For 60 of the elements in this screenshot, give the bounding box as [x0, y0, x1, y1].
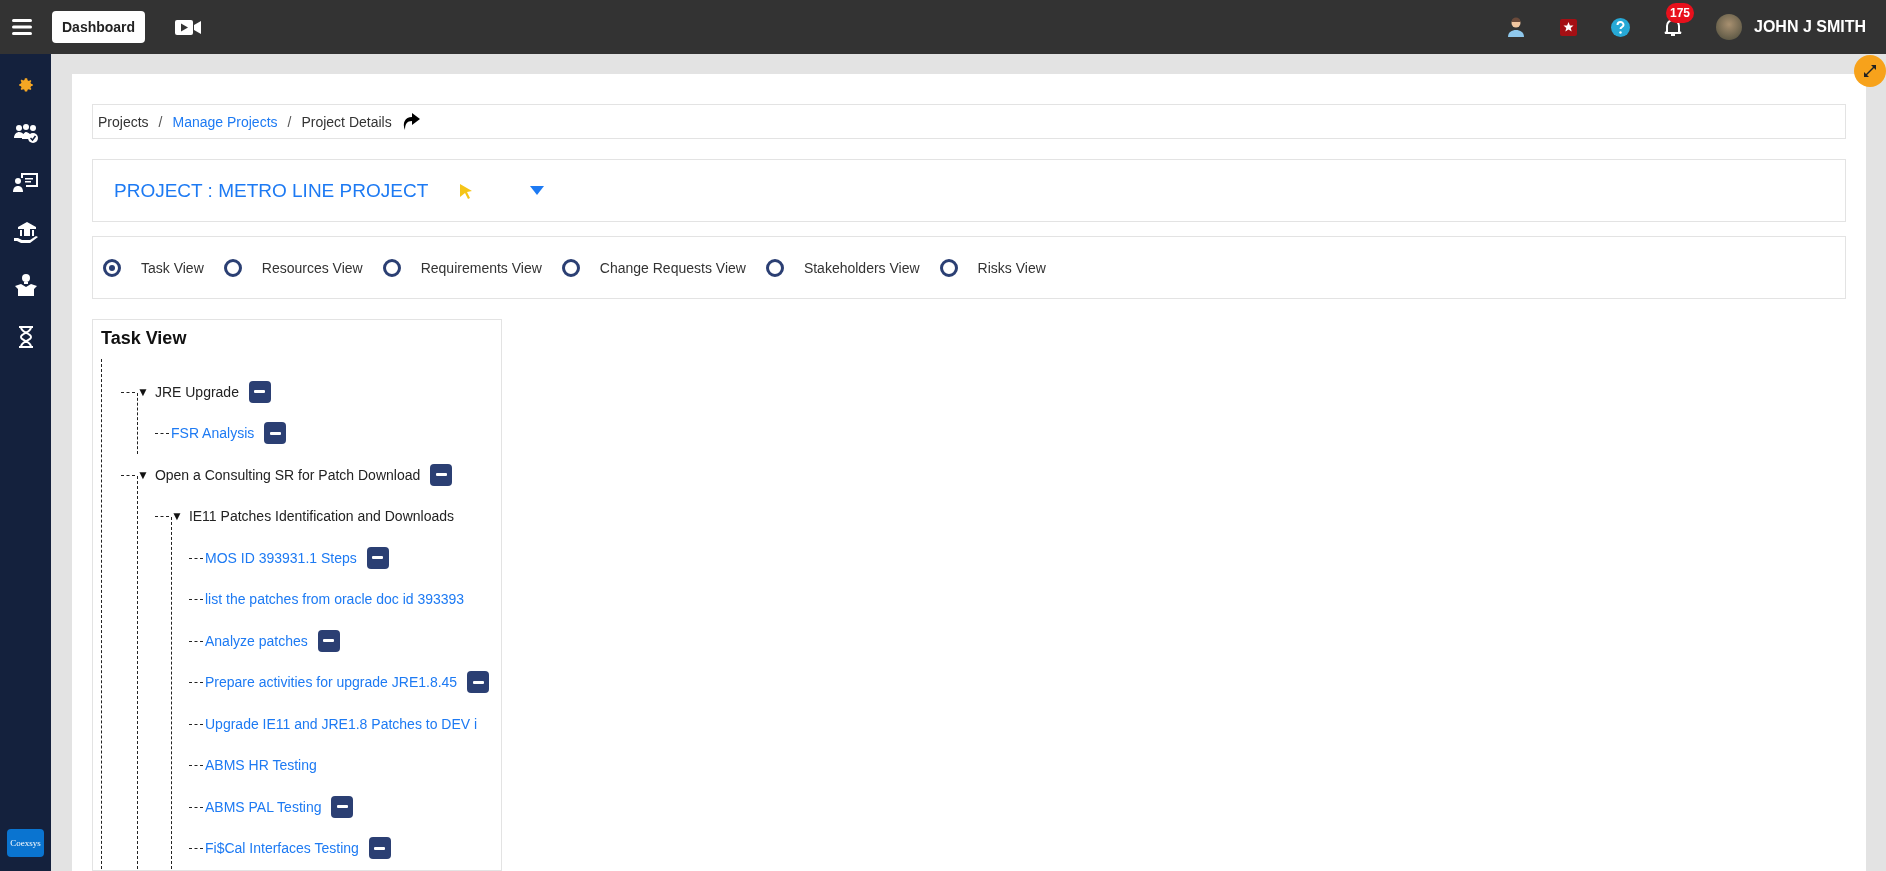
- user-name: JOHN J SMITH: [1754, 18, 1866, 36]
- breadcrumb-separator: /: [158, 113, 163, 130]
- presentation-icon[interactable]: [12, 172, 39, 192]
- remove-button[interactable]: [331, 795, 354, 818]
- menu-icon[interactable]: [12, 18, 32, 36]
- remove-button[interactable]: [368, 837, 391, 860]
- help-icon[interactable]: [1611, 17, 1630, 37]
- task-link[interactable]: list the patches from oracle doc id 393393: [205, 591, 465, 608]
- view-radio[interactable]: [561, 258, 580, 277]
- project-title: PROJECT : METRO LINE PROJECT: [114, 179, 429, 202]
- view-radio[interactable]: [765, 258, 784, 277]
- bank-icon[interactable]: [12, 220, 39, 244]
- remove-button[interactable]: [430, 463, 453, 486]
- task-link[interactable]: Prepare activities for upgrade JRE1.8.45: [205, 674, 458, 691]
- video-camera-icon[interactable]: [175, 18, 202, 36]
- remove-button[interactable]: [366, 546, 389, 569]
- breadcrumb-item: Projects: [98, 113, 149, 130]
- task-link[interactable]: ABMS PAL Testing: [205, 798, 322, 815]
- notification-count: 175: [1666, 3, 1694, 23]
- caret-icon[interactable]: ▼: [137, 467, 149, 482]
- logo[interactable]: Coexsys: [7, 829, 44, 857]
- view-label[interactable]: Resources View: [261, 259, 363, 276]
- breadcrumb-separator: /: [287, 113, 292, 130]
- remove-button[interactable]: [248, 380, 271, 403]
- task-link[interactable]: Analyze patches: [205, 632, 308, 649]
- view-label[interactable]: Stakeholders View: [803, 259, 920, 276]
- avatar[interactable]: [1716, 14, 1742, 40]
- caret-icon[interactable]: ▼: [171, 509, 183, 524]
- view-radio[interactable]: [223, 258, 242, 277]
- view-radio[interactable]: [103, 258, 121, 277]
- task-name: Open a Consulting SR for Patch Download: [154, 466, 421, 483]
- view-radio[interactable]: [382, 258, 401, 277]
- panel-title: Task View: [101, 328, 188, 349]
- breadcrumb-item: Project Details: [301, 113, 392, 130]
- view-label[interactable]: Risks View: [977, 259, 1046, 276]
- remove-button[interactable]: [467, 671, 490, 694]
- share-arrow-icon[interactable]: [401, 113, 420, 130]
- hourglass-icon[interactable]: [16, 326, 35, 348]
- expand-button[interactable]: [1854, 55, 1886, 87]
- view-radio[interactable]: [939, 258, 958, 277]
- team-icon[interactable]: [12, 122, 39, 144]
- gear-icon[interactable]: [16, 76, 35, 94]
- task-link[interactable]: FSR Analysis: [171, 425, 255, 442]
- task-link[interactable]: MOS ID 393931.1 Steps: [205, 549, 357, 566]
- view-label[interactable]: Requirements View: [420, 259, 542, 276]
- remove-button[interactable]: [317, 629, 340, 652]
- view-label[interactable]: Task View: [141, 259, 204, 276]
- task-name: JRE Upgrade: [154, 383, 239, 400]
- remove-button[interactable]: [264, 422, 287, 445]
- breadcrumb-link[interactable]: Manage Projects: [172, 113, 278, 130]
- support-agent-icon[interactable]: [1506, 17, 1526, 37]
- task-link[interactable]: Fi$Cal Interfaces Testing: [205, 840, 359, 857]
- diagonal-arrows-icon: [1863, 64, 1877, 78]
- dashboard-button[interactable]: Dashboard: [52, 11, 146, 43]
- caret-icon[interactable]: ▼: [137, 384, 149, 399]
- dropdown-caret-icon[interactable]: [530, 186, 545, 195]
- task-link[interactable]: ABMS HR Testing: [205, 757, 317, 774]
- task-link[interactable]: Upgrade IE11 and JRE1.8 Patches to DEV i: [205, 715, 478, 732]
- view-label[interactable]: Change Requests View: [599, 259, 746, 276]
- task-name: IE11 Patches Identification and Downloads: [188, 508, 455, 525]
